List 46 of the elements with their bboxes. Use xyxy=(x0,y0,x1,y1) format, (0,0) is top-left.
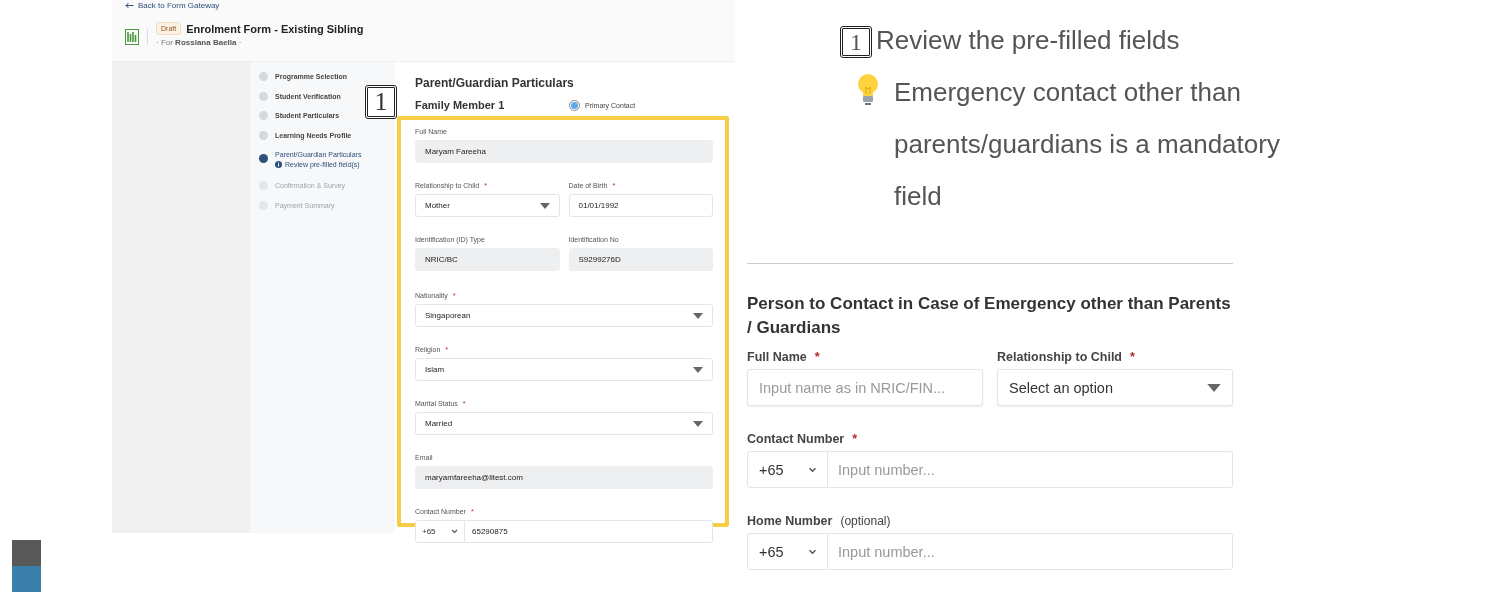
field-label: Contact Number xyxy=(747,432,845,446)
radio-button[interactable] xyxy=(569,99,580,111)
section-title: Person to Contact in Case of Emergency other than Parents / Guardians xyxy=(747,293,1232,339)
callout-number: 1 xyxy=(365,85,397,119)
back-link[interactable]: Back to Form Gateway xyxy=(138,1,220,10)
form-title: Enrolment Form - Existing Sibling xyxy=(186,22,364,35)
input-field[interactable]: maryamfareeha@lltest.com xyxy=(415,466,713,489)
input-field[interactable]: S9299276D xyxy=(568,248,713,271)
field-label: Home Number xyxy=(747,514,833,528)
section-title: Parent/Guardian Particulars xyxy=(415,76,575,90)
swatch-block xyxy=(12,540,41,566)
select-field[interactable]: Islam xyxy=(415,358,713,381)
select-field[interactable]: Mother xyxy=(415,194,560,217)
required-mark: * xyxy=(814,350,820,364)
country-code-select[interactable]: +65 xyxy=(747,451,828,488)
swatch-block xyxy=(12,566,41,592)
select-field[interactable]: Married xyxy=(415,412,713,435)
input-field[interactable]: Maryam Fareeha xyxy=(415,140,713,163)
chevron-icon xyxy=(808,548,817,555)
member-title: Family Member 1 xyxy=(415,99,506,111)
required-mark: * xyxy=(1130,350,1135,364)
info-icon xyxy=(275,161,282,168)
select-field[interactable]: Select an option xyxy=(997,369,1233,406)
caret-icon xyxy=(539,202,550,209)
caret-icon xyxy=(693,312,703,319)
chevron-icon xyxy=(451,529,458,534)
caret-icon xyxy=(693,420,703,427)
select-field[interactable]: Singaporean xyxy=(415,304,713,327)
chevron-icon xyxy=(808,466,817,473)
callout-number: 1 xyxy=(840,26,872,58)
country-code-select[interactable]: +65 xyxy=(415,520,465,543)
number-input[interactable]: 65290875 xyxy=(465,520,713,543)
field-label: Full Name xyxy=(747,350,807,364)
optional-hint: (optional) xyxy=(840,514,891,528)
tip-text: Emergency contact other than parents/guardians is a mandatory field xyxy=(894,76,1281,213)
back-arrow-icon xyxy=(125,2,134,9)
input-field[interactable]: NRIC/BC xyxy=(415,248,560,271)
tip-text: Review the pre-filled fields xyxy=(876,24,1180,57)
required-mark: * xyxy=(852,432,858,446)
country-code-select[interactable]: +65 xyxy=(747,533,828,570)
logo-icon xyxy=(125,29,148,45)
form-subtitle: · For Rosslana Baella · xyxy=(156,38,243,47)
caret-icon xyxy=(1207,383,1221,392)
caret-icon xyxy=(693,366,703,373)
input-field[interactable]: 01/01/1992 xyxy=(568,194,713,217)
field-label: Relationship to Child xyxy=(997,350,1122,364)
